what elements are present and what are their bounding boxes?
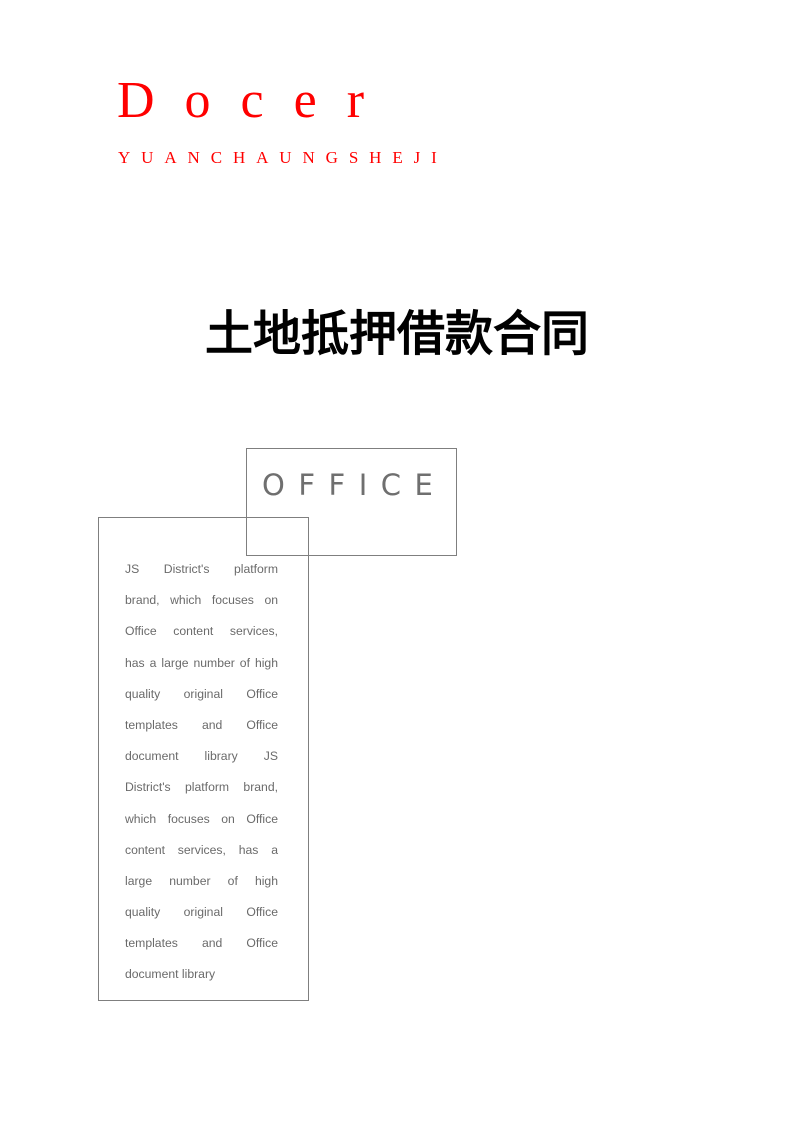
- brand-subtitle: YUANCHAUNGSHEJI: [118, 148, 448, 167]
- description-line: templates and Office: [125, 936, 278, 951]
- description-line: large number of high: [125, 873, 278, 888]
- description-line: JS District's platform: [125, 562, 278, 576]
- description-line: brand, which focuses on: [125, 593, 278, 608]
- office-label: OFFICE: [262, 468, 447, 502]
- document-title: 土地抵押借款合同: [204, 306, 589, 362]
- description-line: quality original Office: [125, 686, 278, 701]
- description-line: Office content services,: [125, 624, 278, 639]
- description-line: which focuses on Office: [125, 811, 278, 826]
- brand-logo-text: Docer: [117, 72, 395, 129]
- description-line: templates and Office: [125, 717, 278, 732]
- description-line: document library: [125, 967, 216, 982]
- description-line: has a large number of high: [125, 655, 278, 670]
- description-text: JS District's platform brand, which focu…: [125, 558, 278, 995]
- description-line: content services, has a: [125, 842, 278, 857]
- description-line: document library JS: [125, 749, 278, 764]
- description-line: quality original Office: [125, 905, 278, 920]
- description-line: District's platform brand,: [125, 780, 278, 795]
